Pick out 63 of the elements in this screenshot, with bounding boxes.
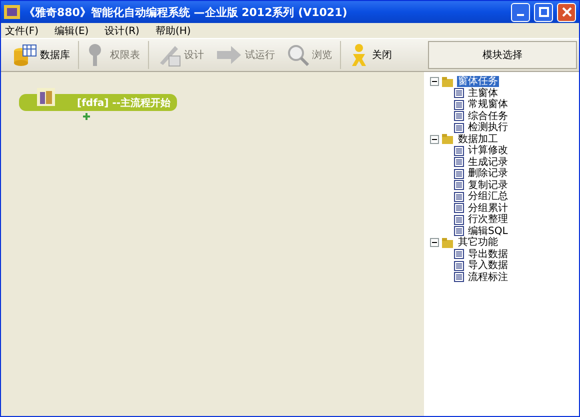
maximize-icon <box>538 7 548 17</box>
module-icon <box>454 168 464 179</box>
window-title: 《雅奇880》智能化自动编程系统 —企业版 2012系列 (V1021) <box>24 4 348 20</box>
folder-icon <box>442 76 454 87</box>
magnifier-icon <box>287 44 309 66</box>
close-button[interactable] <box>557 2 576 22</box>
node-image-icon <box>37 88 55 106</box>
module-icon <box>454 203 464 214</box>
arrow-icon <box>216 45 242 65</box>
tree-item[interactable]: 流程标注 <box>467 272 509 283</box>
database-icon <box>13 43 37 67</box>
menu-item[interactable]: 文件(F) <box>5 24 39 38</box>
tree-item[interactable]: 导出数据 <box>467 248 509 260</box>
tree-item[interactable]: 检测执行 <box>467 122 509 134</box>
module-icon <box>454 180 464 190</box>
tree-item[interactable]: 计算修改 <box>467 145 509 156</box>
module-icon <box>454 260 464 271</box>
toolbar-button[interactable]: 数据库 <box>7 40 76 70</box>
tree-item[interactable]: 删除记录 <box>467 168 509 180</box>
tree-item[interactable]: 综合任务 <box>467 110 509 122</box>
menu-item[interactable]: 设计(R) <box>104 24 140 38</box>
minus-icon <box>432 136 437 142</box>
panel-header: 模块选择 <box>428 41 577 69</box>
collapse-toggle[interactable] <box>430 77 439 86</box>
module-icon <box>454 157 464 168</box>
tree-item[interactable]: 其它功能 <box>457 237 499 248</box>
module-icon <box>454 111 464 122</box>
collapse-toggle[interactable] <box>430 238 439 248</box>
tree-item[interactable]: 分组汇总 <box>467 191 509 202</box>
tree-item[interactable]: 编辑SQL <box>467 226 509 237</box>
collapse-toggle[interactable] <box>430 134 439 144</box>
menu-item[interactable]: 帮助(H) <box>155 24 191 38</box>
module-icon <box>454 146 464 156</box>
person-icon <box>349 43 369 67</box>
tree-item[interactable]: 窗体任务 <box>457 76 499 88</box>
tree-item[interactable]: 分组累计 <box>467 202 509 214</box>
toolbar-button[interactable]: 关闭 <box>343 40 398 70</box>
folder-icon <box>442 134 454 144</box>
folder-icon <box>442 238 454 248</box>
module-icon <box>454 249 464 260</box>
module-icon <box>454 214 464 225</box>
app-icon <box>4 5 20 19</box>
menu-item[interactable]: 编辑(E) <box>54 24 89 38</box>
module-icon <box>454 192 464 202</box>
module-icon <box>454 272 464 282</box>
tree-item[interactable]: 主窗体 <box>467 88 499 99</box>
minimize-button[interactable] <box>511 2 530 22</box>
tree-item[interactable]: 常规窗体 <box>467 99 509 110</box>
close-icon <box>562 7 572 17</box>
module-icon <box>454 100 464 110</box>
tree-item[interactable]: 复制记录 <box>467 180 509 191</box>
plus-icon[interactable] <box>83 113 90 120</box>
minus-icon <box>432 79 437 84</box>
minus-icon <box>432 240 437 246</box>
module-icon <box>454 88 464 98</box>
tree-item[interactable]: 行次整理 <box>467 214 509 226</box>
module-icon <box>454 122 464 133</box>
tree-item[interactable]: 生成记录 <box>467 156 509 168</box>
pencil-document-icon <box>157 43 181 67</box>
module-icon <box>454 226 464 236</box>
tree-item[interactable]: 数据加工 <box>457 134 499 145</box>
maximize-button[interactable] <box>534 2 553 22</box>
tree-item[interactable]: 导入数据 <box>467 260 509 272</box>
